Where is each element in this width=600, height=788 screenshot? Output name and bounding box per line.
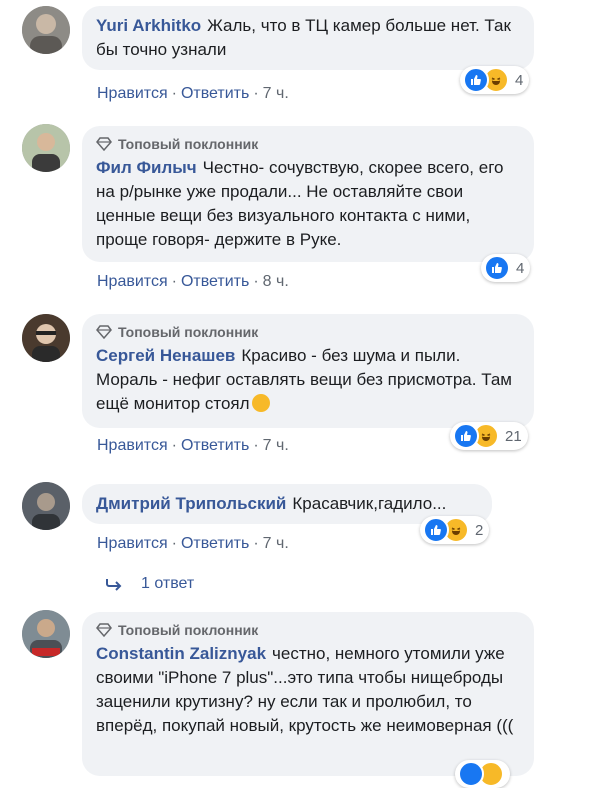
comment-text: Красавчик,гадило... bbox=[292, 494, 447, 513]
timestamp[interactable]: 8 ч. bbox=[263, 273, 289, 290]
comment-bubble: Топовый поклонник Сергей Ненашев Красиво … bbox=[82, 314, 534, 428]
like-link[interactable]: Нравится bbox=[97, 85, 168, 102]
avatar[interactable] bbox=[22, 610, 70, 658]
like-link[interactable]: Нравится bbox=[97, 437, 168, 454]
comment-actions: Нравится · Ответить · 7 ч. bbox=[97, 535, 289, 552]
reaction-count: 4 bbox=[516, 259, 525, 277]
replies-count-label[interactable]: 1 ответ bbox=[141, 574, 194, 594]
comment-author[interactable]: Constantin Zaliznyak bbox=[96, 644, 266, 663]
top-fan-badge: Топовый поклонник bbox=[96, 134, 520, 154]
like-link[interactable]: Нравится bbox=[97, 535, 168, 552]
top-fan-badge: Топовый поклонник bbox=[96, 620, 520, 640]
timestamp[interactable]: 7 ч. bbox=[263, 85, 289, 102]
timestamp[interactable]: 7 ч. bbox=[263, 437, 289, 454]
comment-actions: Нравится · Ответить · 7 ч. bbox=[97, 437, 289, 454]
comment-bubble: Топовый поклонник Фил Филыч Честно- сочув… bbox=[82, 126, 534, 262]
like-icon bbox=[463, 67, 489, 93]
avatar[interactable] bbox=[22, 314, 70, 362]
timestamp[interactable]: 7 ч. bbox=[263, 535, 289, 552]
avatar[interactable] bbox=[22, 6, 70, 54]
reaction-summary[interactable]: 4 bbox=[481, 254, 531, 282]
reply-link[interactable]: Ответить bbox=[181, 535, 249, 552]
avatar[interactable] bbox=[22, 482, 70, 530]
comment-actions: Нравится · Ответить · 7 ч. bbox=[97, 85, 289, 102]
reaction-count: 2 bbox=[475, 521, 484, 539]
like-icon bbox=[423, 517, 449, 543]
comment-author[interactable]: Yuri Arkhitko bbox=[96, 16, 201, 35]
avatar[interactable] bbox=[22, 124, 70, 172]
reaction-summary[interactable] bbox=[455, 760, 510, 788]
like-icon bbox=[453, 423, 479, 449]
comment-bubble: Yuri Arkhitko Жаль, что в ТЦ камер больше… bbox=[82, 6, 534, 70]
reaction-summary[interactable]: 4 bbox=[460, 66, 530, 94]
rofl-emoji-icon bbox=[251, 394, 270, 412]
reaction-summary[interactable]: 2 bbox=[420, 516, 490, 544]
reply-arrow-icon bbox=[106, 579, 122, 591]
comment-author[interactable]: Дмитрий Трипольский bbox=[96, 494, 286, 513]
reaction-count: 4 bbox=[515, 71, 524, 89]
like-icon bbox=[484, 255, 510, 281]
reply-link[interactable]: Ответить bbox=[181, 273, 249, 290]
reply-link[interactable]: Ответить bbox=[181, 85, 249, 102]
comment-bubble: Топовый поклонник Constantin Zaliznyak че… bbox=[82, 612, 534, 776]
comment-author[interactable]: Фил Филыч bbox=[96, 158, 197, 177]
view-replies-link[interactable]: 1 ответ bbox=[105, 574, 194, 594]
reaction-count: 21 bbox=[505, 427, 522, 445]
diamond-icon bbox=[96, 623, 112, 637]
diamond-icon bbox=[96, 137, 112, 151]
like-link[interactable]: Нравится bbox=[97, 273, 168, 290]
reaction-summary[interactable]: 21 bbox=[450, 422, 528, 450]
comment-author[interactable]: Сергей Ненашев bbox=[96, 346, 235, 365]
reply-link[interactable]: Ответить bbox=[181, 437, 249, 454]
top-fan-badge: Топовый поклонник bbox=[96, 322, 520, 342]
comment-actions: Нравится · Ответить · 8 ч. bbox=[97, 273, 289, 290]
diamond-icon bbox=[96, 325, 112, 339]
like-icon bbox=[458, 761, 484, 787]
